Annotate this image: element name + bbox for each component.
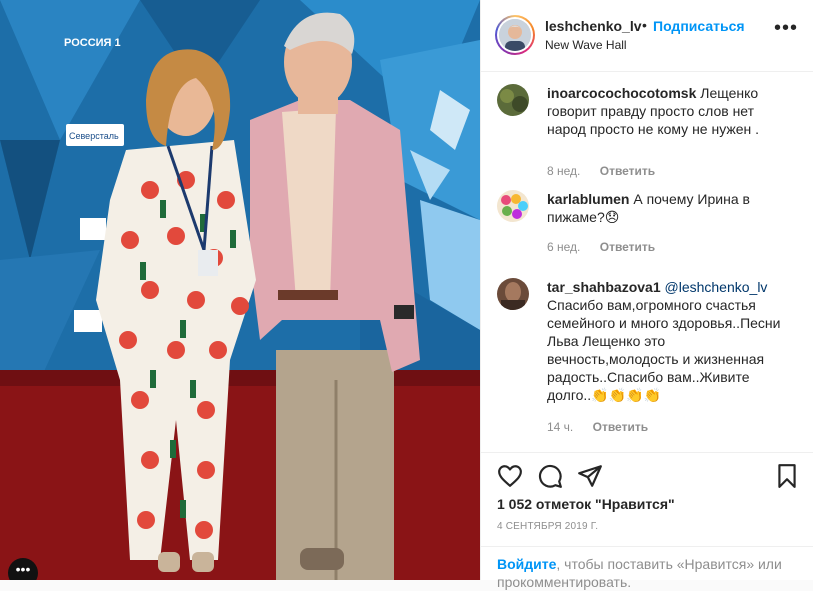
- comment-body: karlablumen А почему Ирина в пижаме?😞: [547, 190, 787, 226]
- instagram-post: РОССИЯ 1 Северсталь ••• leshchenko_lv • …: [0, 0, 813, 590]
- share-icon[interactable]: [577, 463, 603, 489]
- comment-meta: 6 нед. Ответить: [547, 240, 655, 254]
- comment-time: 8 нед.: [547, 164, 581, 178]
- comment-body: tar_shahbazova1 @leshchenko_lv Спасибо в…: [547, 278, 787, 404]
- author-avatar[interactable]: [495, 15, 535, 55]
- more-options-icon[interactable]: •••: [774, 18, 798, 38]
- heart-icon[interactable]: [497, 463, 523, 489]
- reply-button[interactable]: Ответить: [600, 164, 655, 178]
- header-separator: •: [642, 17, 647, 33]
- comment-meta: 8 нед. Ответить: [547, 164, 655, 178]
- post-actions: 1 052 отметок "Нравится" 4 СЕНТЯБРЯ 2019…: [481, 452, 813, 590]
- author-username[interactable]: leshchenko_lv: [545, 18, 642, 34]
- backdrop-logo-severstal: Северсталь: [69, 131, 119, 141]
- reply-button[interactable]: Ответить: [600, 240, 655, 254]
- comment-mention[interactable]: @leshchenko_lv: [665, 279, 768, 295]
- reply-button[interactable]: Ответить: [593, 420, 648, 434]
- comments-list: inoarcocochocotomsk Лещенко говорит прав…: [481, 72, 813, 452]
- post-location[interactable]: New Wave Hall: [545, 38, 627, 52]
- author-avatar-image: [499, 19, 531, 51]
- comment-time: 6 нед.: [547, 240, 581, 254]
- post-photo[interactable]: РОССИЯ 1 Северсталь •••: [0, 0, 480, 580]
- commenter-avatar[interactable]: [497, 278, 529, 310]
- post-side-panel: leshchenko_lv • Подписаться New Wave Hal…: [480, 0, 813, 590]
- commenter-avatar[interactable]: [497, 190, 529, 222]
- follow-button[interactable]: Подписаться: [653, 18, 745, 34]
- comment-icon[interactable]: [537, 463, 563, 489]
- login-prompt: Войдите, чтобы поставить «Нравится» или …: [497, 555, 797, 591]
- likes-count[interactable]: 1 052 отметок "Нравится": [497, 496, 675, 512]
- commenter-avatar[interactable]: [497, 84, 529, 116]
- backdrop-logo-russia1: РОССИЯ 1: [64, 37, 121, 49]
- login-link[interactable]: Войдите: [497, 556, 556, 572]
- comment-body: inoarcocochocotomsk Лещенко говорит прав…: [547, 84, 787, 138]
- comment-meta: 14 ч. Ответить: [547, 420, 648, 434]
- photo-illustration: РОССИЯ 1 Северсталь: [0, 0, 480, 580]
- bookmark-icon[interactable]: [774, 463, 800, 489]
- comment-text: Спасибо вам,огромного счастья семейного …: [547, 297, 781, 403]
- commenter-username[interactable]: tar_shahbazova1: [547, 279, 661, 295]
- commenter-username[interactable]: inoarcocochocotomsk: [547, 85, 696, 101]
- comment-time: 14 ч.: [547, 420, 574, 434]
- commenter-username[interactable]: karlablumen: [547, 191, 629, 207]
- photo-more-button[interactable]: •••: [8, 558, 38, 580]
- post-header: leshchenko_lv • Подписаться New Wave Hal…: [481, 0, 813, 72]
- login-prompt-bar: Войдите, чтобы поставить «Нравится» или …: [481, 546, 813, 590]
- post-date: 4 СЕНТЯБРЯ 2019 Г.: [497, 521, 599, 532]
